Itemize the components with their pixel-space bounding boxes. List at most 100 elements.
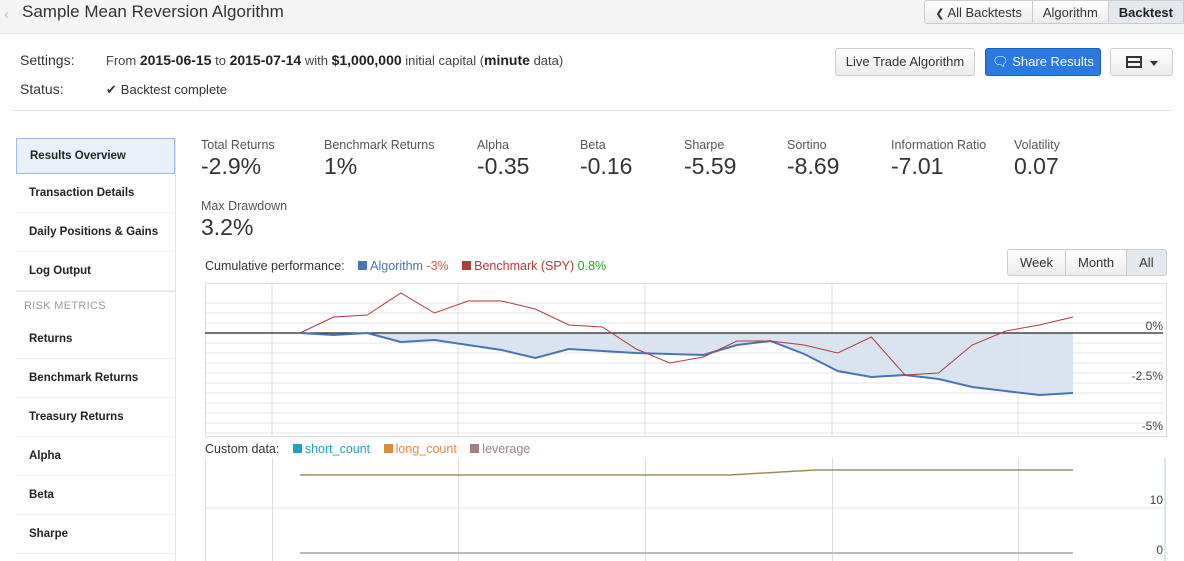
- metric-benchmark-returns: Benchmark Returns 1%: [324, 138, 434, 180]
- metric-label: Benchmark Returns: [324, 138, 435, 152]
- metric-value: -2.9%: [201, 153, 262, 179]
- metric-sortino: Sortino -8.69: [787, 138, 839, 180]
- live-trade-button[interactable]: Live Trade Algorithm: [835, 48, 975, 76]
- sidebar-item-log-output[interactable]: Log Output: [16, 252, 175, 291]
- initial-capital: $1,000,000: [331, 52, 402, 68]
- end-date: 2015-07-14: [229, 52, 302, 68]
- metric-sharpe: Sharpe -5.59: [684, 138, 736, 180]
- sidebar-item-alpha[interactable]: Alpha: [16, 437, 175, 476]
- long-count-line: [300, 469, 1073, 476]
- metric-information-ratio: Information Ratio -7.01: [891, 138, 986, 180]
- legend-long-count-label[interactable]: long_count: [396, 442, 457, 456]
- settings-label: Settings:: [20, 52, 75, 68]
- legend-swatch-algorithm: [358, 261, 368, 270]
- legend-leverage-label[interactable]: leverage: [482, 442, 530, 456]
- metric-value: -0.35: [477, 153, 530, 179]
- metric-label: Volatility: [1014, 138, 1060, 152]
- metric-label: Sharpe: [684, 138, 725, 152]
- metric-alpha: Alpha -0.35: [477, 138, 529, 180]
- chevron-left-icon: ❮: [935, 8, 945, 20]
- metric-value: -7.01: [891, 153, 944, 179]
- backtest-tab[interactable]: Backtest: [1107, 0, 1184, 24]
- y-tick-label: -2.5%: [1132, 369, 1164, 383]
- comments-icon: 🗨︎: [992, 54, 1009, 69]
- y-tick-label: 0%: [1146, 319, 1164, 333]
- legend-swatch-benchmark: [462, 261, 472, 270]
- custom-data-chart[interactable]: 10 0: [205, 458, 1167, 561]
- sidebar-item-transaction-details[interactable]: Transaction Details: [16, 174, 175, 213]
- legend-algorithm-label[interactable]: Algorithm: [370, 259, 423, 273]
- sidebar-item-results-overview[interactable]: Results Overview: [16, 138, 175, 174]
- sidebar: Results Overview Transaction Details Dai…: [16, 138, 176, 561]
- metric-label: Alpha: [477, 138, 509, 152]
- sidebar-section-risk-metrics: RISK METRICS: [16, 291, 175, 320]
- with-word: with: [304, 53, 328, 68]
- page-title: Sample Mean Reversion Algorithm: [22, 2, 284, 21]
- sidebar-item-returns[interactable]: Returns: [16, 320, 175, 359]
- metric-value: 3.2%: [201, 214, 254, 240]
- legend-algorithm-value: -3%: [426, 259, 449, 273]
- legend-swatch-leverage: [470, 444, 480, 453]
- metric-value: -0.16: [580, 153, 633, 179]
- metric-value: 0.07: [1014, 153, 1059, 179]
- range-month-button[interactable]: Month: [1065, 249, 1128, 276]
- settings-text: From 2015-06-15 to 2015-07-14 with $1,00…: [105, 52, 564, 68]
- share-label: Share Results: [1012, 54, 1094, 69]
- algorithm-tab[interactable]: Algorithm: [1031, 0, 1109, 24]
- sidebar-item-benchmark-returns[interactable]: Benchmark Returns: [16, 359, 175, 398]
- from-word: From: [105, 53, 137, 68]
- y-tick-label: 10: [1150, 493, 1164, 507]
- custom-data-title: Custom data:: [205, 442, 280, 456]
- all-backtests-button[interactable]: ❮ All Backtests: [924, 0, 1033, 24]
- status-label: Status:: [20, 81, 64, 97]
- performance-legend: Cumulative performance: Algorithm -3% Be…: [205, 259, 606, 273]
- back-chevron-icon[interactable]: ‹: [4, 6, 9, 23]
- metric-label: Information Ratio: [891, 138, 987, 152]
- legend-benchmark-value: 0.8%: [577, 259, 607, 273]
- capital-suffix: initial capital (: [405, 53, 485, 68]
- range-week-button[interactable]: Week: [1007, 249, 1066, 276]
- metric-total-returns: Total Returns -2.9%: [201, 138, 275, 180]
- all-backtests-label: All Backtests: [947, 5, 1022, 20]
- legend-swatch-long-count: [383, 444, 393, 453]
- to-word: to: [215, 53, 226, 68]
- metric-value: -5.59: [684, 153, 737, 179]
- table-menu-button[interactable]: [1110, 48, 1173, 76]
- start-date: 2015-06-15: [139, 52, 212, 68]
- metric-volatility: Volatility 0.07: [1014, 138, 1060, 180]
- sidebar-item-daily-positions[interactable]: Daily Positions & Gains: [16, 213, 175, 252]
- status-row: Status: ✔ Backtest complete: [20, 81, 227, 98]
- data-frequency: minute: [484, 52, 530, 68]
- custom-data-legend: Custom data: short_count long_count leve…: [205, 442, 530, 456]
- sidebar-item-beta[interactable]: Beta: [16, 476, 175, 515]
- metric-max-drawdown: Max Drawdown 3.2%: [201, 199, 287, 241]
- sidebar-item-treasury-returns[interactable]: Treasury Returns: [16, 398, 175, 437]
- metric-value: 1%: [324, 153, 358, 179]
- metric-label: Sortino: [787, 138, 827, 152]
- legend-short-count-label[interactable]: short_count: [305, 442, 370, 456]
- top-bar: ‹ Sample Mean Reversion Algorithm ❮ All B…: [0, 0, 1184, 34]
- y-tick-label: -5%: [1142, 419, 1164, 433]
- metric-label: Max Drawdown: [201, 199, 288, 213]
- data-suffix: data): [533, 53, 564, 68]
- metric-value: -8.69: [787, 153, 840, 179]
- sidebar-item-sharpe[interactable]: Sharpe: [16, 515, 175, 554]
- status-value: Backtest complete: [120, 82, 228, 97]
- metric-beta: Beta -0.16: [580, 138, 632, 180]
- legend-benchmark-label[interactable]: Benchmark (SPY): [474, 259, 574, 273]
- performance-title: Cumulative performance:: [205, 259, 345, 273]
- metric-label: Total Returns: [201, 138, 275, 152]
- share-results-button[interactable]: 🗨︎ Share Results: [985, 48, 1101, 76]
- settings-row: Settings: From 2015-06-15 to 2015-07-14 …: [20, 52, 563, 68]
- range-all-button[interactable]: All: [1126, 249, 1167, 276]
- checkmark-icon: ✔: [105, 82, 117, 97]
- divider: [12, 110, 1172, 111]
- y-tick-label: 0: [1156, 543, 1163, 557]
- metric-label: Beta: [580, 138, 606, 152]
- legend-swatch-short-count: [292, 444, 302, 453]
- cumulative-performance-chart[interactable]: 0% -2.5% -5%: [205, 283, 1167, 437]
- range-selector: Week Month All: [1007, 249, 1167, 276]
- top-nav: ❮ All Backtests Algorithm Backtest: [924, 0, 1184, 24]
- table-icon: [1125, 56, 1142, 68]
- caret-down-icon: [1149, 61, 1158, 66]
